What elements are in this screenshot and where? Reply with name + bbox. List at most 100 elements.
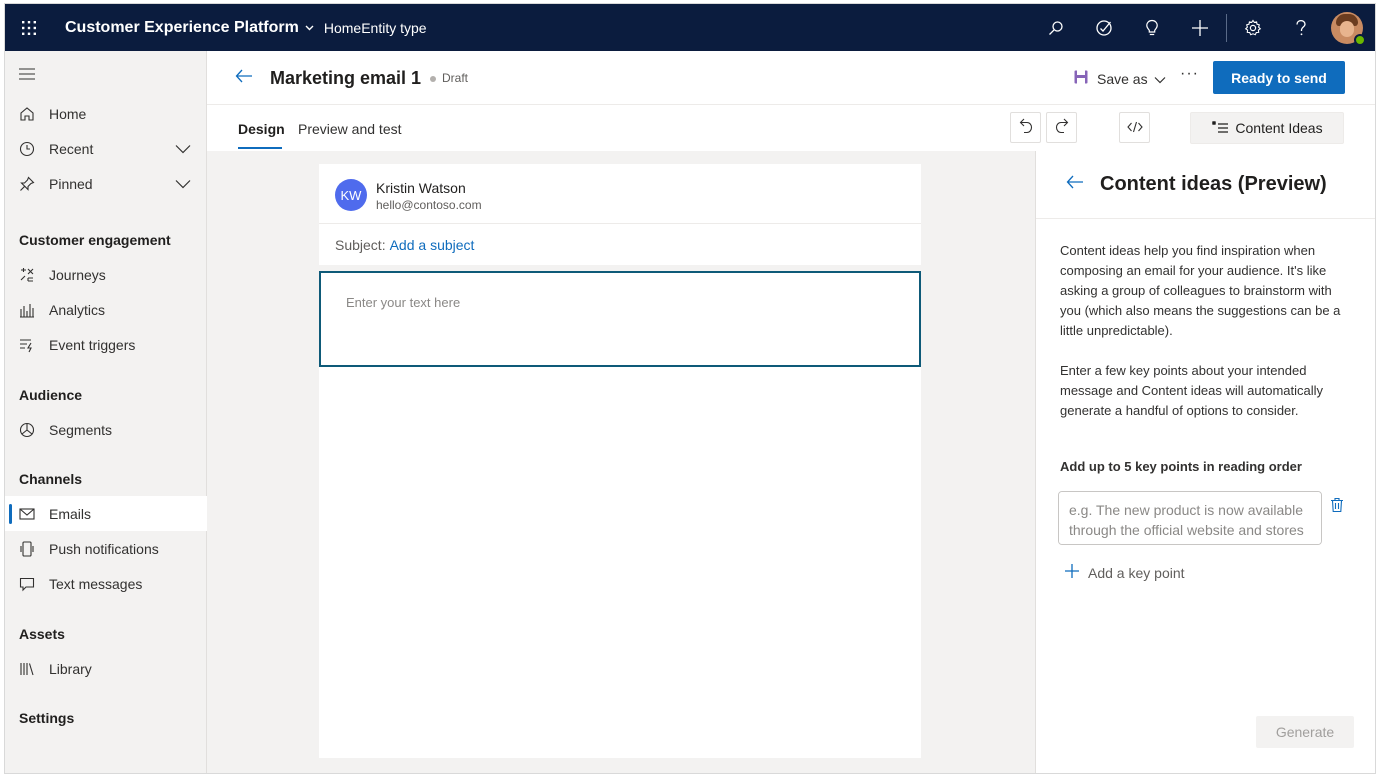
chat-icon	[5, 576, 49, 592]
back-arrow-icon[interactable]	[1066, 175, 1084, 192]
sidebar-item-label: Segments	[49, 421, 113, 438]
nav-group-assets: Assets	[19, 626, 65, 642]
help-icon[interactable]	[1277, 4, 1325, 51]
panel-title: Content ideas (Preview)	[1100, 173, 1327, 195]
event-triggers-icon	[5, 337, 49, 353]
status-badge: Draft	[442, 71, 469, 85]
ready-to-send-button[interactable]: Ready to send	[1213, 61, 1345, 94]
top-bar-actions	[1032, 4, 1375, 51]
user-avatar[interactable]	[1331, 11, 1366, 46]
nav-group-settings[interactable]: Settings	[19, 710, 74, 726]
journeys-icon	[5, 267, 49, 283]
sidebar-item-push-notifications[interactable]: Push notifications	[5, 531, 207, 566]
push-notification-icon	[5, 540, 49, 557]
add-key-point-label: Add a key point	[1088, 564, 1185, 581]
app-title[interactable]: Customer Experience Platform	[65, 19, 299, 37]
delete-icon[interactable]	[1330, 497, 1344, 516]
sender-email: hello@contoso.com	[376, 198, 482, 212]
clock-icon	[5, 141, 49, 157]
command-bar: Marketing email 1 Draft Save as ··· Read…	[207, 51, 1375, 105]
subject-label: Subject:	[335, 236, 386, 253]
sidebar: Home Recent Pinned Customer engagement J…	[5, 51, 207, 773]
page-title: Marketing email 1	[270, 68, 422, 88]
more-options-button[interactable]: ···	[1180, 65, 1199, 83]
status-dot	[430, 76, 436, 82]
nav-group-audience: Audience	[19, 387, 83, 403]
sidebar-item-label: Home	[49, 105, 87, 122]
key-points-label: Add up to 5 key points in reading order	[1060, 459, 1302, 474]
generate-button[interactable]: Generate	[1256, 716, 1354, 748]
key-point-input[interactable]	[1058, 491, 1322, 545]
undo-button[interactable]	[1010, 112, 1041, 143]
sidebar-item-event-triggers[interactable]: Event triggers	[5, 327, 207, 362]
sidebar-item-label: Journeys	[49, 266, 106, 283]
redo-icon	[1055, 118, 1069, 137]
chevron-down-icon[interactable]	[175, 176, 191, 192]
panel-header: Content ideas (Preview)	[1036, 151, 1375, 219]
main-area: Marketing email 1 Draft Save as ··· Read…	[207, 51, 1375, 773]
chevron-down-icon	[1154, 71, 1166, 87]
sidebar-item-library[interactable]: Library	[5, 651, 207, 686]
nav-group-customer-engagement: Customer engagement	[19, 232, 171, 248]
tab-selected-indicator	[238, 147, 282, 149]
sender-avatar: KW	[335, 179, 367, 211]
sidebar-item-recent[interactable]: Recent	[5, 131, 207, 166]
active-indicator	[9, 504, 12, 524]
sidebar-item-text-messages[interactable]: Text messages	[5, 566, 207, 601]
add-icon	[1064, 563, 1080, 582]
presence-status-icon	[1354, 33, 1366, 46]
nav-group-channels: Channels	[19, 471, 83, 487]
sidebar-item-journeys[interactable]: Journeys	[5, 257, 207, 292]
add-key-point-button[interactable]: Add a key point	[1064, 563, 1185, 582]
lightbulb-icon[interactable]	[1128, 4, 1176, 51]
sidebar-item-label: Emails	[49, 505, 92, 522]
sidebar-item-analytics[interactable]: Analytics	[5, 292, 207, 327]
redo-button[interactable]	[1046, 112, 1077, 143]
breadcrumb[interactable]: HomeEntity type	[324, 20, 427, 36]
top-bar: Customer Experience Platform HomeEntity …	[5, 4, 1375, 51]
sidebar-item-label: Pinned	[49, 175, 93, 192]
sidebar-item-label: Library	[49, 660, 92, 677]
app-launcher-icon[interactable]	[5, 4, 53, 51]
analytics-icon	[5, 302, 49, 318]
search-icon[interactable]	[1032, 4, 1080, 51]
sidebar-item-segments[interactable]: Segments	[5, 412, 207, 447]
content-ideas-panel: Content ideas (Preview) Content ideas he…	[1035, 151, 1375, 773]
sidebar-item-pinned[interactable]: Pinned	[5, 166, 207, 201]
panel-instructions: Enter a few key points about your intend…	[1060, 363, 1324, 418]
email-canvas: KW Kristin Watson hello@contoso.com Subj…	[319, 164, 921, 758]
add-icon[interactable]	[1176, 4, 1224, 51]
code-icon	[1126, 120, 1143, 136]
pin-icon	[5, 176, 49, 192]
save-as-button[interactable]: Save as	[1073, 69, 1166, 88]
sidebar-item-emails[interactable]: Emails	[5, 496, 207, 531]
text-block[interactable]: Enter your text here	[319, 271, 921, 367]
panel-description: Content ideas help you find inspiration …	[1060, 243, 1341, 338]
gear-icon[interactable]	[1229, 4, 1277, 51]
hamburger-menu-icon[interactable]	[19, 67, 35, 83]
save-icon	[1073, 69, 1089, 88]
assist-icon[interactable]	[1080, 4, 1128, 51]
tab-bar: Design Preview and test Content Ideas	[207, 105, 1375, 151]
tab-preview-and-test[interactable]: Preview and test	[298, 121, 402, 137]
segments-icon	[5, 422, 49, 438]
library-icon	[5, 661, 49, 677]
subject-row: Subject: Add a subject	[319, 224, 921, 265]
content-ideas-label: Content Ideas	[1235, 120, 1323, 136]
divider	[1226, 13, 1227, 42]
sidebar-item-label: Text messages	[49, 575, 143, 592]
content-ideas-button[interactable]: Content Ideas	[1190, 112, 1344, 144]
add-subject-link[interactable]: Add a subject	[390, 237, 475, 253]
sender-block[interactable]: KW Kristin Watson hello@contoso.com	[319, 164, 921, 224]
sidebar-item-label: Event triggers	[49, 336, 136, 353]
back-arrow-icon[interactable]	[235, 69, 253, 86]
tab-design[interactable]: Design	[238, 121, 285, 137]
chevron-down-icon[interactable]	[305, 22, 314, 34]
save-as-label: Save as	[1097, 70, 1148, 87]
chevron-down-icon[interactable]	[175, 141, 191, 157]
sidebar-item-home[interactable]: Home	[5, 96, 207, 131]
content-ideas-icon	[1211, 120, 1229, 137]
sender-name: Kristin Watson	[376, 180, 466, 196]
html-code-button[interactable]	[1119, 112, 1150, 143]
undo-icon	[1019, 118, 1033, 137]
